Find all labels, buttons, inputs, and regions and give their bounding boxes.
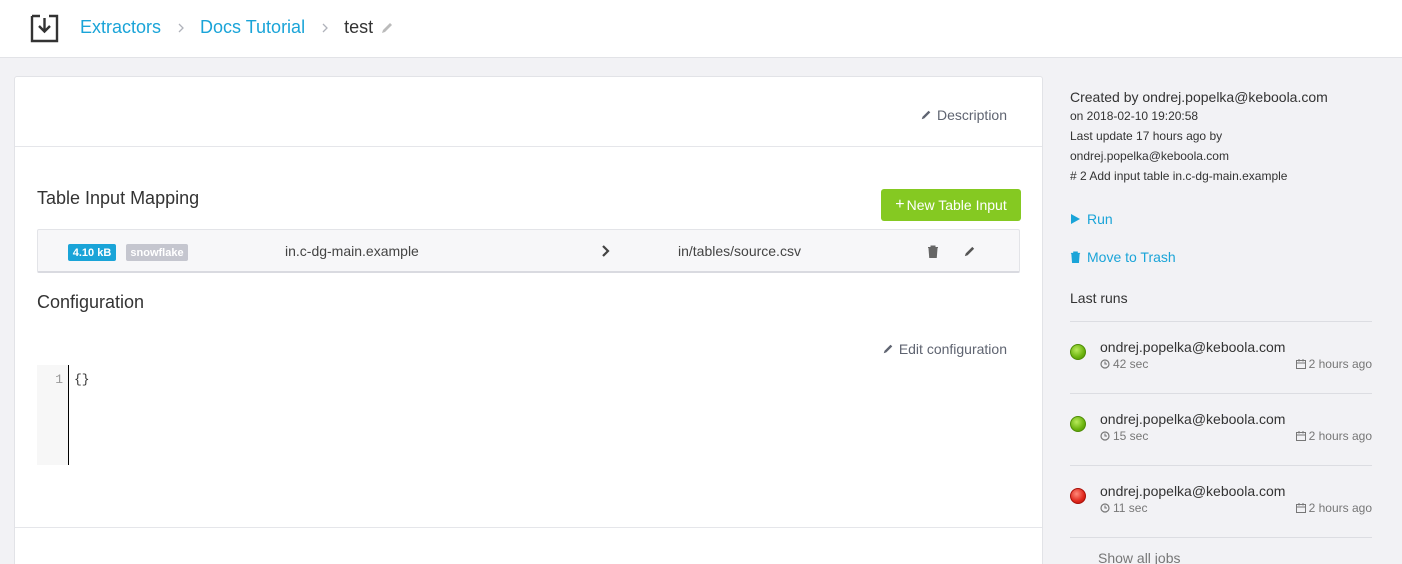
mapping-source: in.c-dg-main.example (285, 243, 419, 259)
run-user: ondrej.popelka@keboola.com (1100, 411, 1286, 427)
description-label: Description (936, 107, 1007, 123)
run-label: Run (1087, 211, 1113, 227)
pencil-icon[interactable] (380, 21, 394, 35)
run-time: 2 hours ago (1295, 429, 1372, 443)
run-duration-text: 15 sec (1113, 429, 1149, 443)
run-item[interactable]: ondrej.popelka@keboola.com 42 sec 2 hour… (1070, 339, 1372, 389)
mapping-destination: in/tables/source.csv (678, 243, 801, 259)
clock-icon (1100, 503, 1110, 513)
divider (1070, 537, 1372, 538)
trash-icon (1070, 251, 1081, 263)
line-numbers: 1 (37, 365, 69, 465)
created-on: on 2018-02-10 19:20:58 (1070, 109, 1199, 123)
description-button[interactable]: Description (920, 107, 1007, 123)
show-all-jobs-link[interactable]: Show all jobs (1098, 550, 1181, 564)
calendar-icon (1295, 431, 1306, 441)
divider (1070, 393, 1372, 394)
status-success-icon (1070, 416, 1086, 432)
run-time: 2 hours ago (1295, 501, 1372, 515)
chevron-right-icon (602, 245, 610, 257)
run-duration-text: 11 sec (1113, 501, 1148, 515)
input-mapping-title: Table Input Mapping (37, 188, 200, 208)
backend-badge: snowflake (126, 244, 188, 261)
run-time: 2 hours ago (1295, 357, 1372, 371)
extractor-icon (30, 14, 59, 43)
run-duration-text: 42 sec (1113, 357, 1149, 371)
play-icon (1071, 214, 1080, 224)
size-badge: 4.10 kB (68, 244, 116, 261)
description-row: Description (15, 77, 1042, 147)
run-item[interactable]: ondrej.popelka@keboola.com 15 sec 2 hour… (1070, 411, 1372, 461)
move-to-trash-label: Move to Trash (1087, 249, 1176, 265)
chevron-right-icon (178, 23, 184, 32)
pencil-icon (921, 110, 931, 120)
input-mapping-row[interactable]: 4.10 kB snowflake in.c-dg-main.example i… (37, 229, 1020, 273)
chevron-right-icon (322, 23, 328, 32)
run-user: ondrej.popelka@keboola.com (1100, 483, 1286, 499)
pencil-icon[interactable] (963, 245, 976, 258)
run-duration: 15 sec (1100, 429, 1148, 443)
clock-icon (1100, 431, 1110, 441)
edit-configuration-button[interactable]: Edit configuration (882, 341, 1007, 357)
page-title: test (344, 17, 374, 37)
divider (1070, 465, 1372, 466)
pencil-icon (883, 344, 893, 354)
run-duration: 11 sec (1100, 501, 1147, 515)
new-table-input-label: New Table Input (906, 197, 1007, 213)
clock-icon (1100, 359, 1110, 369)
move-to-trash-button[interactable]: Move to Trash (1070, 249, 1176, 265)
last-update: Last update 17 hours ago by (1070, 129, 1223, 143)
last-update-user: ondrej.popelka@keboola.com (1070, 149, 1229, 163)
created-by: Created by ondrej.popelka@keboola.com (1070, 89, 1328, 105)
configuration-editor[interactable]: 1 {} (37, 365, 1009, 465)
plus-icon: + (895, 196, 905, 213)
divider (15, 527, 1042, 528)
top-header: Extractors Docs Tutorial test (0, 0, 1402, 58)
run-time-text: 2 hours ago (1308, 429, 1372, 443)
trash-icon[interactable] (927, 245, 939, 258)
main-panel: Description Table Input Mapping + New Ta… (14, 76, 1043, 564)
configuration-title: Configuration (37, 292, 145, 312)
run-time-text: 2 hours ago (1308, 357, 1372, 371)
run-item[interactable]: ondrej.popelka@keboola.com 11 sec 2 hour… (1070, 483, 1372, 533)
status-success-icon (1070, 344, 1086, 360)
sidebar: Created by ondrej.popelka@keboola.com on… (1070, 88, 1372, 564)
last-runs-title: Last runs (1070, 290, 1128, 306)
version-note: # 2 Add input table in.c-dg-main.example (1070, 169, 1288, 183)
run-duration: 42 sec (1100, 357, 1148, 371)
run-button[interactable]: Run (1070, 211, 1113, 227)
line-number: 1 (55, 372, 63, 387)
edit-configuration-label: Edit configuration (898, 341, 1007, 357)
new-table-input-button[interactable]: + New Table Input (881, 189, 1021, 221)
run-time-text: 2 hours ago (1308, 501, 1372, 515)
code-content[interactable]: {} (74, 372, 90, 387)
status-error-icon (1070, 488, 1086, 504)
calendar-icon (1295, 503, 1306, 513)
breadcrumb: Extractors Docs Tutorial test (80, 17, 394, 38)
calendar-icon (1295, 359, 1306, 369)
run-user: ondrej.popelka@keboola.com (1100, 339, 1286, 355)
breadcrumb-extractors[interactable]: Extractors (80, 17, 161, 38)
divider (1070, 321, 1372, 322)
breadcrumb-docs-tutorial[interactable]: Docs Tutorial (200, 17, 305, 38)
